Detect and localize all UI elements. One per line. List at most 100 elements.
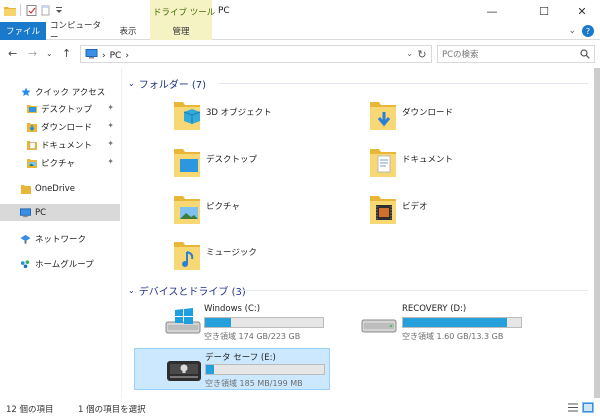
group-header-label: フォルダー (7) <box>138 80 207 91</box>
item-count: 12 個の項目 <box>6 405 54 415</box>
pin-icon[interactable]: ✦ <box>107 121 114 130</box>
pc-icon <box>85 49 98 62</box>
folders-group-header[interactable]: ⌄ フォルダー (7) <box>128 76 206 91</box>
properties-icon[interactable] <box>25 4 37 16</box>
recent-locations-button[interactable]: ⌄ <box>46 49 53 58</box>
pin-icon[interactable]: ✦ <box>107 157 114 166</box>
new-folder-icon[interactable] <box>39 4 51 16</box>
nav-onedrive[interactable]: OneDrive <box>0 180 120 197</box>
nav-label: ダウンロード <box>41 122 93 133</box>
address-bar[interactable]: › PC › ⌄ ↻ <box>80 45 432 63</box>
search-box[interactable] <box>437 45 595 63</box>
folder-documents[interactable]: ドキュメント <box>368 145 568 185</box>
onedrive-folder-icon <box>20 183 31 194</box>
navigation-pane: クイック アクセス デスクトップ ✦ ダウンロード ✦ ドキュメント ✦ ピクチ… <box>0 68 120 398</box>
folder-label: 3D オブジェクト <box>206 108 272 118</box>
nav-quick-item-downloads[interactable]: ダウンロード ✦ <box>0 118 120 135</box>
search-input[interactable] <box>442 48 572 61</box>
details-view-icon <box>568 403 578 412</box>
minimize-button[interactable]: — <box>474 0 510 22</box>
folder-downloads[interactable]: ダウンロード <box>368 98 568 138</box>
folder-desktop[interactable]: デスクトップ <box>172 145 372 185</box>
folder-3d-objects[interactable]: 3D オブジェクト <box>172 98 372 138</box>
nav-quick-access[interactable]: クイック アクセス <box>0 83 120 100</box>
address-dropdown-button[interactable]: ⌄ <box>406 49 413 58</box>
folder-label: デスクトップ <box>206 155 258 165</box>
drives-group-header[interactable]: ⌄ デバイスとドライブ (3) <box>128 283 246 298</box>
address-row: ← → ⌄ ↑ › PC › ⌄ ↻ <box>0 41 600 67</box>
nav-quick-item-pictures[interactable]: ピクチャ ✦ <box>0 154 120 171</box>
drive-free-space: 空き領域 185 MB/199 MB <box>205 379 303 388</box>
tab-view[interactable]: 表示 <box>112 22 144 40</box>
drive-label: データ セーフ (E:) <box>205 353 276 363</box>
drive-free-space: 空き領域 174 GB/223 GB <box>204 332 301 341</box>
drive-usage-bar <box>402 317 522 328</box>
collapse-ribbon-button[interactable]: ⌄ <box>568 26 576 36</box>
drive-windows-c[interactable]: Windows (C:) 空き領域 174 GB/223 GB <box>134 302 330 344</box>
breadcrumb-pc[interactable]: PC <box>110 51 122 61</box>
folder-pictures[interactable]: ピクチャ <box>172 192 372 232</box>
network-icon <box>20 233 31 244</box>
folder-label: ビデオ <box>402 202 428 212</box>
nav-network[interactable]: ネットワーク <box>0 230 120 247</box>
back-button[interactable]: ← <box>8 47 17 60</box>
nav-label: ドキュメント <box>41 140 93 151</box>
toolbar-divider <box>20 4 21 16</box>
music-folder-icon <box>174 242 200 270</box>
star-icon <box>20 86 31 97</box>
forward-button[interactable]: → <box>28 47 37 60</box>
ribbon-tabs: ファイル コンピューター 表示 管理 ⌄ ? <box>0 21 600 43</box>
pin-icon[interactable]: ✦ <box>107 139 114 148</box>
refresh-button[interactable]: ↻ <box>415 47 429 61</box>
desktop-folder-icon <box>174 149 200 177</box>
drive-usage-fill <box>403 318 507 327</box>
documents-folder-icon <box>26 139 37 150</box>
nav-label: クイック アクセス <box>35 87 106 98</box>
drive-usage-bar <box>204 317 324 328</box>
nav-homegroup[interactable]: ホームグループ <box>0 255 120 272</box>
drive-usage-fill <box>205 318 231 327</box>
drive-data-safe-e[interactable]: データ セーフ (E:) 空き領域 185 MB/199 MB <box>134 348 330 390</box>
videos-folder-icon <box>370 196 396 224</box>
folder-label: ミュージック <box>206 248 257 258</box>
tab-computer[interactable]: コンピューター <box>50 21 104 43</box>
selected-count: 1 個の項目を選択 <box>78 405 146 415</box>
customize-toolbar-icon[interactable] <box>53 4 65 16</box>
folder-icon[interactable] <box>4 4 16 16</box>
drive-recovery-d[interactable]: RECOVERY (D:) 空き領域 1.60 GB/13.3 GB <box>332 302 528 344</box>
status-bar: 12 個の項目 1 個の項目を選択 <box>0 398 600 418</box>
nav-pc[interactable]: PC <box>0 204 120 221</box>
pin-icon[interactable]: ✦ <box>107 103 114 112</box>
group-divider <box>218 83 588 84</box>
pictures-folder-icon <box>174 196 200 224</box>
maximize-button[interactable]: ☐ <box>526 0 562 22</box>
drive-free-space: 空き領域 1.60 GB/13.3 GB <box>402 332 504 341</box>
chevron-down-icon[interactable]: ⌄ <box>128 79 135 88</box>
nav-quick-item-desktop[interactable]: デスクトップ ✦ <box>0 100 120 117</box>
drive-usage-bar <box>205 364 325 375</box>
close-button[interactable]: ✕ <box>564 0 600 22</box>
vertical-scrollbar[interactable] <box>594 68 600 398</box>
large-icons-view-button[interactable] <box>582 402 594 413</box>
drive-usage-fill <box>206 365 215 374</box>
group-divider <box>240 290 588 291</box>
breadcrumb-separator: › <box>102 50 106 61</box>
group-header-label: デバイスとドライブ (3) <box>138 287 246 298</box>
chevron-down-icon[interactable]: ⌄ <box>128 286 135 295</box>
details-view-button[interactable] <box>567 402 579 413</box>
homegroup-icon <box>20 258 31 269</box>
quick-access-toolbar <box>4 4 65 16</box>
folder-music[interactable]: ミュージック <box>172 238 372 278</box>
scrollbar-thumb[interactable] <box>594 68 600 398</box>
tab-file[interactable]: ファイル <box>0 22 46 40</box>
help-button[interactable]: ? <box>582 25 594 37</box>
nav-label: ホームグループ <box>35 259 94 270</box>
breadcrumb-separator[interactable]: › <box>125 51 129 61</box>
nav-label: PC <box>35 207 47 218</box>
pc-icon <box>20 207 31 218</box>
up-button[interactable]: ↑ <box>62 47 71 60</box>
folder-videos[interactable]: ビデオ <box>368 192 568 232</box>
downloads-folder-icon <box>26 121 37 132</box>
tab-manage[interactable]: 管理 <box>150 22 212 40</box>
nav-quick-item-documents[interactable]: ドキュメント ✦ <box>0 136 120 153</box>
